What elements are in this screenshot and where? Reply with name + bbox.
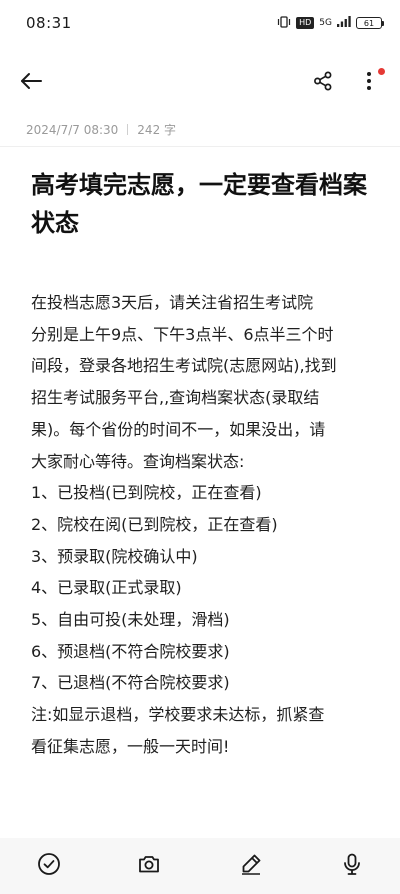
share-icon: [313, 71, 333, 95]
camera-icon: [137, 852, 161, 880]
body-line: 间段，登录各地招生考试院(志愿网站),找到: [31, 356, 337, 376]
network-type: 5G: [319, 17, 332, 28]
body-line: 果)。每个省份的时间不一，如果没出，请: [31, 419, 326, 439]
app-bar: [0, 58, 400, 108]
body-line: 招生考试服务平台,,查询档案状态(录取结: [31, 388, 320, 408]
checklist-button[interactable]: [35, 852, 63, 880]
note-title[interactable]: 高考填完志愿，一定要查看档案状态: [31, 166, 371, 242]
note-meta: 2024/7/7 08:30 242 字: [26, 121, 176, 138]
list-item: 6、预退档(不符合院校要求): [31, 641, 230, 661]
more-vertical-icon: [366, 71, 372, 95]
status-icons: HD 5G 61: [277, 15, 384, 31]
body-line: 分别是上午9点、下午3点半、6点半三个时: [31, 324, 334, 344]
pen-icon: [239, 852, 263, 880]
body-line: 注:如显示退档，学校要求未达标，抓紧查: [31, 705, 325, 725]
status-time: 08:31: [26, 14, 72, 32]
camera-button[interactable]: [135, 852, 163, 880]
voice-button[interactable]: [338, 852, 366, 880]
meta-divider: [127, 124, 129, 135]
list-item: 7、已退档(不符合院校要求): [31, 673, 230, 693]
handwrite-button[interactable]: [237, 852, 265, 880]
status-bar: 08:31 HD 5G 61: [0, 0, 400, 46]
header-divider: [0, 146, 400, 147]
battery-level: 61: [363, 18, 375, 28]
bottom-toolbar: [0, 838, 400, 894]
vibrate-icon: [277, 15, 291, 31]
notification-dot: [378, 68, 385, 75]
word-count: 242 字: [137, 123, 177, 137]
battery-icon: 61: [356, 17, 384, 29]
body-line: 在投档志愿3天后，请关注省招生考试院: [31, 293, 314, 312]
signal-icon: [337, 16, 351, 30]
list-item: 4、已录取(正式录取): [31, 578, 182, 598]
list-item: 5、自由可投(未处理，滑档): [31, 610, 230, 630]
list-item: 1、已投档(已到院校，正在查看): [31, 483, 262, 503]
body-line: 大家耐心等待。查询档案状态:: [31, 451, 245, 471]
check-circle-icon: [37, 852, 61, 880]
list-item: 3、预录取(院校确认中): [31, 546, 198, 566]
back-button[interactable]: [16, 68, 46, 98]
note-date: 2024/7/7 08:30: [26, 122, 119, 137]
hd-badge: HD: [296, 17, 315, 29]
list-item: 2、院校在阅(已到院校，正在查看): [31, 514, 278, 534]
body-line: 看征集志愿，一般一天时间!: [31, 736, 230, 756]
microphone-icon: [340, 852, 364, 880]
share-button[interactable]: [308, 68, 338, 98]
arrow-left-icon: [20, 72, 42, 94]
note-body[interactable]: 在投档志愿3天后，请关注省招生考试院 分别是上午9点、下午3点半、6点半三个时 …: [31, 287, 371, 763]
